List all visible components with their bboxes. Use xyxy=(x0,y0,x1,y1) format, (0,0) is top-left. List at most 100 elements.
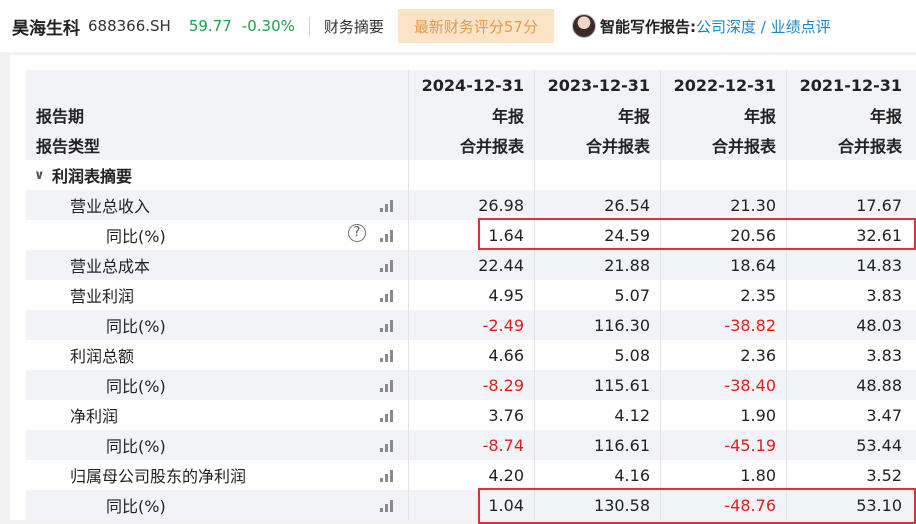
row-label-text: 同比(%) xyxy=(106,227,166,246)
chart-icon[interactable] xyxy=(380,228,396,242)
top-bar: 昊海生科 688366.SH 59.77 -0.30% 财务摘要 最新财务评分5… xyxy=(0,0,916,52)
report-links[interactable]: 公司深度 / 业绩点评 xyxy=(696,16,831,37)
statement-type: 合并报表 xyxy=(534,130,660,160)
table-row: 同比(%) -2.49 116.30 -38.82 48.03 xyxy=(26,310,916,340)
empty-cell xyxy=(660,160,786,190)
table-cell: 3.83 xyxy=(786,280,916,310)
chart-icon[interactable] xyxy=(380,408,396,422)
row-label-text: 归属母公司股东的净利润 xyxy=(70,467,247,486)
report-period-label: 报告期 xyxy=(36,107,85,126)
chart-icon-bar xyxy=(385,264,388,272)
header-spacer xyxy=(26,70,408,100)
chart-icon[interactable] xyxy=(380,498,396,512)
table-row: 同比(%) 1.04 130.58 -48.76 53.10 xyxy=(26,490,916,520)
table-header-dates: 2024-12-31 2023-12-31 2022-12-31 2021-12… xyxy=(26,70,916,100)
row-label-text: 净利润 xyxy=(70,407,119,426)
row-label-text: 营业总成本 xyxy=(70,257,151,276)
table-cell: 3.83 xyxy=(786,340,916,370)
stock-change: -0.30% xyxy=(241,17,295,35)
chart-icon[interactable] xyxy=(380,378,396,392)
period-date: 2021-12-31 xyxy=(786,70,916,100)
chart-icon-bar xyxy=(385,294,388,302)
table-cell: -8.74 xyxy=(408,430,534,460)
table-cell: 1.64 xyxy=(408,220,534,250)
row-label-text: 营业利润 xyxy=(70,287,135,306)
period-date: 2024-12-31 xyxy=(408,70,534,100)
table-cell: 22.44 xyxy=(408,250,534,280)
chart-icon-bar xyxy=(380,328,383,332)
chart-icon-bar xyxy=(390,320,393,332)
section-toggle[interactable]: ∨ 利润表摘要 xyxy=(26,160,408,190)
chart-icon-bar xyxy=(385,354,388,362)
chart-icon[interactable] xyxy=(380,318,396,332)
table-cell: 1.90 xyxy=(660,400,786,430)
row-label: 营业总收入 xyxy=(26,190,408,220)
row-label-text: 营业总收入 xyxy=(70,197,151,216)
table-row: 同比(%)? 1.64 24.59 20.56 32.61 xyxy=(26,220,916,250)
tab-financial-summary[interactable]: 财务摘要 xyxy=(324,16,384,37)
chevron-down-icon: ∨ xyxy=(34,167,45,183)
row-label-text: 同比(%) xyxy=(106,497,166,516)
table-cell: 115.61 xyxy=(534,370,660,400)
section-income-statement[interactable]: ∨ 利润表摘要 xyxy=(26,160,916,190)
table-row: 营业总成本 22.44 21.88 18.64 14.83 xyxy=(26,250,916,280)
chart-icon[interactable] xyxy=(380,468,396,482)
table-body: 营业总收入 26.98 26.54 21.30 17.67 同比(%)? 1.64 24.59… xyxy=(26,190,916,520)
statement-type: 合并报表 xyxy=(408,130,534,160)
chart-icon-bar xyxy=(380,238,383,242)
row-label-text: 同比(%) xyxy=(106,377,166,396)
table-cell: 53.44 xyxy=(786,430,916,460)
avatar xyxy=(571,14,596,38)
table-row: 同比(%) -8.29 115.61 -38.40 48.88 xyxy=(26,370,916,400)
chart-icon[interactable] xyxy=(380,258,396,272)
table-cell: -2.49 xyxy=(408,310,534,340)
period-type: 年报 xyxy=(660,100,786,130)
chart-icon-bar xyxy=(390,440,393,452)
row-label: 同比(%) xyxy=(26,370,408,400)
chart-icon[interactable] xyxy=(380,348,396,362)
period-type: 年报 xyxy=(786,100,916,130)
chart-icon[interactable] xyxy=(380,438,396,452)
help-icon[interactable]: ? xyxy=(348,224,366,242)
table-row: 利润总额 4.66 5.08 2.36 3.83 xyxy=(26,340,916,370)
stock-code: 688366.SH xyxy=(88,17,171,35)
table-cell: 5.08 xyxy=(534,340,660,370)
row-label: 同比(%) xyxy=(26,430,408,460)
period-type: 年报 xyxy=(534,100,660,130)
table-cell: 4.16 xyxy=(534,460,660,490)
table-cell: 48.03 xyxy=(786,310,916,340)
table-cell: -38.82 xyxy=(660,310,786,340)
chart-icon-bar xyxy=(390,500,393,512)
chart-icon[interactable] xyxy=(380,198,396,212)
financial-table-panel: 2024-12-31 2023-12-31 2022-12-31 2021-12… xyxy=(10,55,916,524)
chart-icon-bar xyxy=(380,478,383,482)
table-cell: 4.20 xyxy=(408,460,534,490)
chart-icon-bar xyxy=(390,410,393,422)
table-cell: 3.47 xyxy=(786,400,916,430)
row-label: 营业利润 xyxy=(26,280,408,310)
chart-icon-bar xyxy=(380,388,383,392)
row-label-text: 同比(%) xyxy=(106,317,166,336)
table-cell: 1.80 xyxy=(660,460,786,490)
table-cell: 14.83 xyxy=(786,250,916,280)
table-cell: -48.76 xyxy=(660,490,786,520)
table-cell: 32.61 xyxy=(786,220,916,250)
section-label: 利润表摘要 xyxy=(52,167,133,186)
financial-score-button[interactable]: 最新财务评分57分 xyxy=(397,9,554,43)
chart-icon-bar xyxy=(385,444,388,452)
chart-icon-bar xyxy=(385,384,388,392)
table-cell: 53.10 xyxy=(786,490,916,520)
table-cell: 2.35 xyxy=(660,280,786,310)
table-cell: 48.88 xyxy=(786,370,916,400)
statement-type: 合并报表 xyxy=(660,130,786,160)
chart-icon-bar xyxy=(380,268,383,272)
chart-icon-bar xyxy=(380,298,383,302)
period-type: 年报 xyxy=(408,100,534,130)
chart-icon-bar xyxy=(380,418,383,422)
table-cell: 17.67 xyxy=(786,190,916,220)
row-label: 同比(%)? xyxy=(26,220,408,250)
table-cell: 24.59 xyxy=(534,220,660,250)
table-cell: -8.29 xyxy=(408,370,534,400)
table-cell: 26.54 xyxy=(534,190,660,220)
chart-icon[interactable] xyxy=(380,288,396,302)
